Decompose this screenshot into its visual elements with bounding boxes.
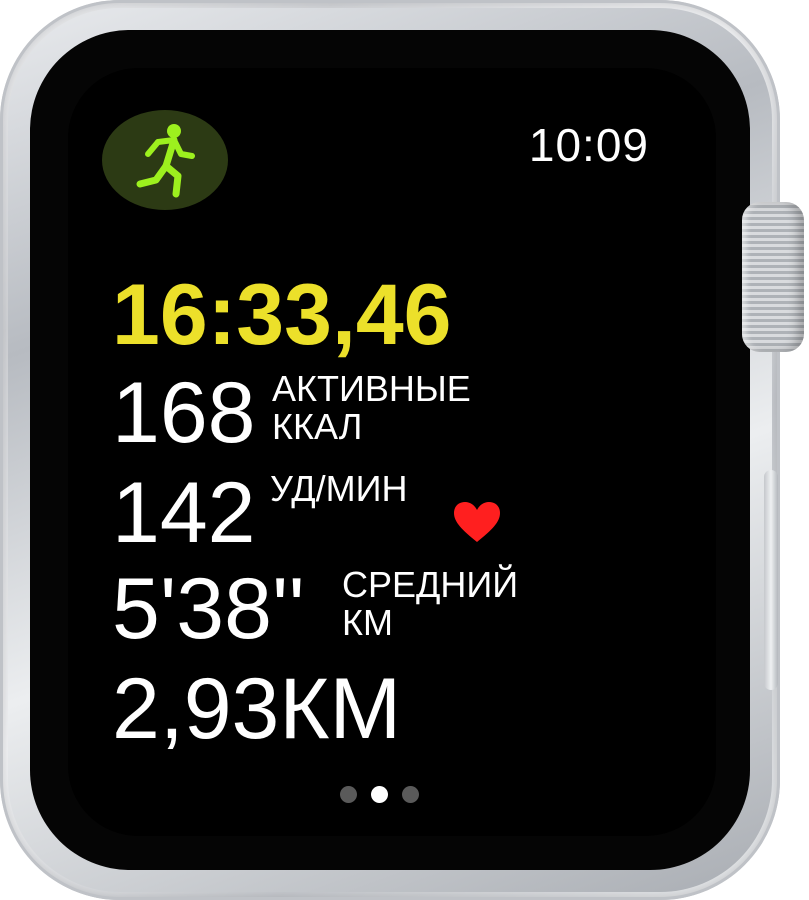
workout-app-icon[interactable] (102, 110, 230, 210)
clock-time: 10:09 (528, 119, 649, 171)
distance-value: 2,93КМ (112, 661, 402, 757)
pace-label: СРЕДНИЙ КМ (342, 566, 518, 642)
page-indicator[interactable] (340, 786, 419, 803)
active-calories-label-line2: ККАЛ (272, 405, 363, 447)
digital-crown[interactable] (742, 202, 804, 352)
pace-value: 5'38'' (112, 561, 305, 657)
page-dot[interactable] (340, 786, 357, 803)
heart-rate-unit: УД/МИН (270, 468, 408, 509)
heart-rate-value: 142 (112, 465, 256, 561)
pace-label-line2: КМ (342, 601, 393, 643)
active-calories-label-line1: АКТИВНЫЕ (272, 368, 471, 409)
running-figure-icon (136, 124, 195, 198)
side-button[interactable] (764, 470, 778, 690)
page-dot-active[interactable] (371, 786, 388, 803)
active-calories-value: 168 (112, 365, 256, 461)
heart-icon (454, 502, 500, 542)
page-dot[interactable] (402, 786, 419, 803)
elapsed-time: 16:33,46 (112, 267, 452, 363)
pace-label-line1: СРЕДНИЙ (342, 564, 519, 605)
active-calories-label: АКТИВНЫЕ ККАЛ (272, 370, 471, 446)
